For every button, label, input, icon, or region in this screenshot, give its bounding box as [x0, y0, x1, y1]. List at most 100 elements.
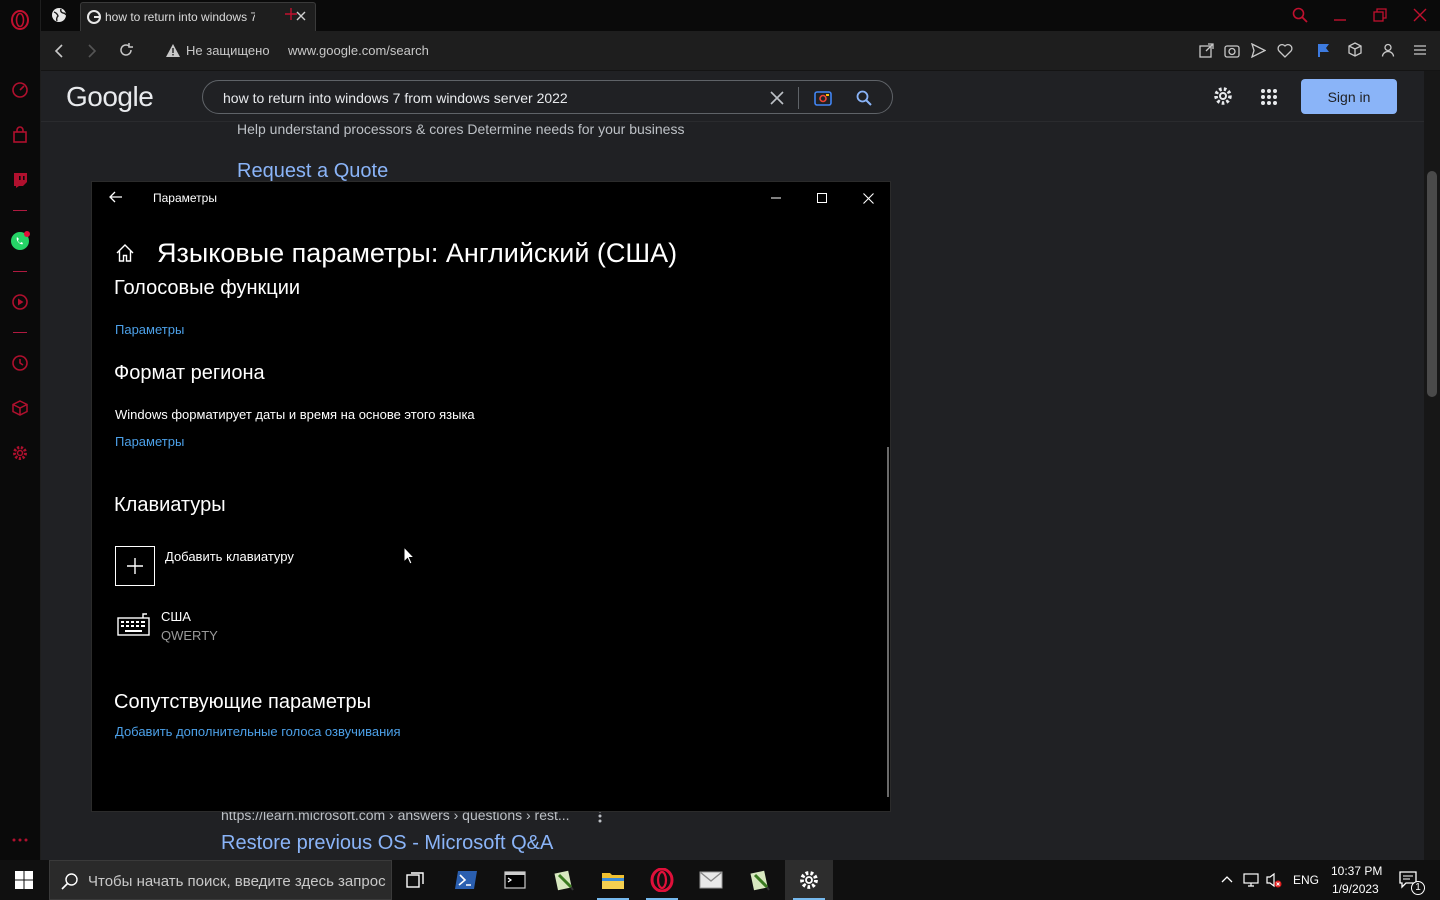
google-header: Google how to return into windows 7 from…: [41, 71, 1424, 122]
easy-setup-menu-icon[interactable]: [1413, 43, 1427, 57]
speed-dial-icon[interactable]: [8, 78, 32, 102]
new-tab-plus-icon[interactable]: [284, 7, 298, 21]
forward-arrow-icon[interactable]: [85, 43, 99, 59]
clock-date[interactable]: 1/9/2023: [1332, 882, 1379, 896]
result-title-link[interactable]: Restore previous OS - Microsoft Q&A: [221, 832, 553, 855]
profile-person-icon[interactable]: [1381, 43, 1395, 57]
settings-gear-icon[interactable]: [8, 441, 32, 465]
address-bar: Не защищено www.google.com/search: [41, 31, 1440, 71]
section-keyboards-heading: Клавиатуры: [114, 494, 226, 516]
search-magnifier-icon: [61, 872, 79, 890]
share-icon[interactable]: [1199, 43, 1214, 58]
opera-logo-icon[interactable]: [8, 8, 32, 32]
result-snippet: Help understand processors & cores Deter…: [237, 121, 685, 137]
start-windows-icon[interactable]: [0, 860, 48, 900]
clear-search-icon[interactable]: [770, 91, 784, 105]
result-link[interactable]: Request a Quote: [237, 160, 388, 183]
security-status-label[interactable]: Не защищено: [186, 43, 270, 58]
region-settings-link[interactable]: Параметры: [115, 434, 184, 449]
input-language[interactable]: ENG: [1293, 873, 1319, 887]
command-prompt-icon[interactable]: [491, 860, 539, 900]
settings-window-title: Параметры: [153, 191, 217, 205]
player-icon[interactable]: [8, 290, 32, 314]
page-title: Языковые параметры: Английский (США): [157, 238, 678, 268]
file-explorer-icon[interactable]: [589, 860, 637, 900]
keyboard-name[interactable]: США: [161, 609, 191, 624]
search-input[interactable]: how to return into windows 7 from window…: [223, 90, 568, 106]
heart-bookmark-icon[interactable]: [1277, 43, 1293, 58]
powershell-icon[interactable]: [442, 860, 490, 900]
opera-sidebar: [0, 0, 41, 860]
google-favicon-icon: [87, 10, 101, 24]
tab-bar: how to return into windows 7 from window…: [41, 0, 1440, 31]
section-region-heading: Формат региона: [114, 362, 265, 384]
sidebar-separator: [13, 210, 27, 211]
taskbar: Чтобы начать поиск, введите здесь запрос…: [0, 860, 1440, 900]
workspace-globe-icon[interactable]: [51, 7, 67, 23]
extensions-cube-icon[interactable]: [1347, 42, 1363, 58]
warning-triangle-icon[interactable]: [166, 44, 180, 57]
keyboard-layout: QWERTY: [161, 628, 218, 643]
flow-flag-icon[interactable]: [1315, 42, 1331, 58]
window-close-icon[interactable]: [1413, 8, 1427, 22]
back-arrow-icon[interactable]: [52, 43, 66, 59]
scrollbar-thumb[interactable]: [1427, 171, 1437, 397]
settings-window: Параметры Языковые параметры: Английский…: [91, 181, 891, 812]
reload-icon[interactable]: [118, 42, 134, 58]
window-restore-icon[interactable]: [1373, 8, 1387, 22]
home-icon[interactable]: [115, 243, 135, 263]
tab-title: how to return into windows 7 from window…: [105, 10, 255, 24]
back-arrow-icon[interactable]: [109, 191, 123, 203]
opera-browser-icon[interactable]: [638, 860, 686, 900]
settings-scrollbar[interactable]: [887, 447, 889, 797]
url-text[interactable]: www.google.com/search: [288, 43, 429, 58]
add-voices-link[interactable]: Добавить дополнительные голоса озвучиван…: [115, 724, 401, 739]
search-magnifier-icon[interactable]: [856, 90, 872, 106]
tab-google-search[interactable]: how to return into windows 7 from window…: [80, 2, 316, 31]
snapshot-camera-icon[interactable]: [1224, 43, 1240, 58]
taskbar-search-placeholder[interactable]: Чтобы начать поиск, введите здесь запрос: [88, 873, 386, 890]
clock-time[interactable]: 10:37 PM: [1331, 864, 1382, 878]
history-clock-icon[interactable]: [8, 351, 32, 375]
close-button[interactable]: [845, 182, 891, 214]
plus-icon: [127, 558, 143, 574]
settings-titlebar: Параметры: [92, 182, 890, 214]
tray-chevron-up-icon[interactable]: [1221, 875, 1233, 883]
google-apps-grid-icon[interactable]: [1260, 88, 1278, 106]
section-related-heading: Сопутствующие параметры: [114, 691, 372, 713]
taskbar-search-box[interactable]: Чтобы начать поиск, введите здесь запрос: [49, 860, 392, 900]
window-minimize-icon[interactable]: [1333, 8, 1347, 22]
region-description: Windows форматирует даты и время на осно…: [115, 407, 475, 422]
search-box[interactable]: how to return into windows 7 from window…: [202, 80, 893, 114]
extensions-cube-icon[interactable]: [8, 396, 32, 420]
settings-app-icon[interactable]: [785, 860, 833, 900]
send-arrow-icon[interactable]: [1251, 43, 1266, 58]
keyboard-icon: [117, 611, 151, 637]
twitch-icon[interactable]: [8, 168, 32, 192]
section-voice-heading: Голосовые функции: [114, 277, 301, 299]
add-keyboard-button[interactable]: [115, 546, 155, 586]
notepad-plus-plus-icon[interactable]: [736, 860, 784, 900]
task-view-icon[interactable]: [392, 860, 440, 900]
volume-muted-icon[interactable]: [1266, 872, 1282, 888]
lens-camera-icon[interactable]: [814, 90, 832, 106]
minimize-button[interactable]: [753, 182, 799, 214]
maximize-button[interactable]: [799, 182, 845, 214]
more-dots-icon[interactable]: [8, 828, 32, 852]
shopping-bag-icon[interactable]: [8, 123, 32, 147]
whatsapp-icon[interactable]: [8, 229, 32, 253]
mail-app-icon[interactable]: [687, 860, 735, 900]
sidebar-separator: [13, 332, 27, 333]
notepad-plus-plus-icon[interactable]: [540, 860, 588, 900]
notification-count-badge: 1: [1411, 881, 1425, 895]
page-scrollbar[interactable]: [1424, 71, 1440, 860]
network-icon[interactable]: [1243, 873, 1259, 887]
tab-search-icon[interactable]: [1292, 7, 1308, 23]
search-divider: [798, 87, 799, 109]
sidebar-separator: [13, 271, 27, 272]
google-logo[interactable]: Google: [66, 81, 154, 113]
add-keyboard-label[interactable]: Добавить клавиатуру: [165, 549, 294, 564]
google-settings-gear-icon[interactable]: [1212, 85, 1234, 107]
voice-settings-link[interactable]: Параметры: [115, 322, 184, 337]
sign-in-button[interactable]: Sign in: [1301, 79, 1397, 114]
